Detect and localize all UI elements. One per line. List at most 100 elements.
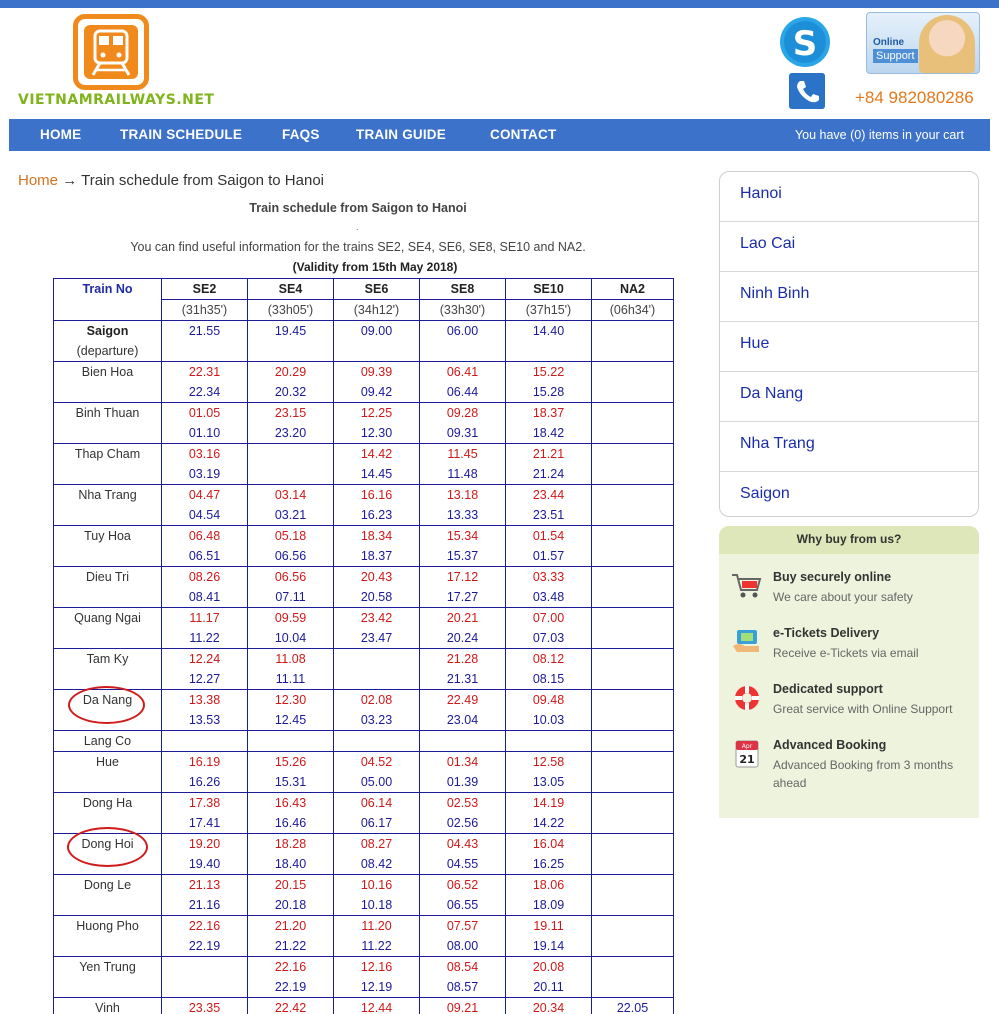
- time-cell: 11.17 11.22: [161, 607, 248, 649]
- schedule-row: Tuy Hoa 06.48 06.51 05.18 06.56 18.34 18.37 15.…: [53, 525, 674, 567]
- time-cell: 07.57 08.00: [419, 915, 506, 957]
- destination-label: Ninh Binh: [740, 285, 810, 302]
- time-cell: 11.45 11.48: [419, 443, 506, 485]
- time-cell: 08.26 08.41: [161, 566, 248, 608]
- departure-time: 14.45: [360, 467, 393, 481]
- arrival-time: 08.26: [188, 570, 221, 584]
- why-item-desc: Advanced Booking from 3 months ahead: [773, 758, 954, 790]
- nav-train-schedule[interactable]: TRAIN SCHEDULE: [120, 127, 242, 142]
- station-name: Tuy Hoa: [84, 529, 131, 543]
- time-cell: [591, 730, 674, 752]
- time-cell: 14.40: [505, 320, 592, 362]
- time-cell: 20.29 20.32: [247, 361, 334, 403]
- time-cell: 23.35: [161, 997, 248, 1014]
- nav-contact[interactable]: CONTACT: [490, 127, 556, 142]
- time-cell: 22.49 23.04: [419, 689, 506, 731]
- support-agent-icon: [919, 15, 975, 73]
- duration-cell: (33h05'): [247, 299, 334, 321]
- time-cell: 04.43 04.55: [419, 833, 506, 875]
- departure-time: [248, 464, 333, 484]
- phone-icon[interactable]: [789, 73, 825, 109]
- arrival-time: 22.16: [188, 919, 221, 933]
- arrival-time: 06.00: [446, 324, 479, 338]
- station-name: Dieu Tri: [85, 570, 130, 584]
- time-cell: 07.00 07.03: [505, 607, 592, 649]
- station-cell: Dong Le: [53, 874, 162, 916]
- departure-time: [592, 464, 673, 484]
- destination-da-nang[interactable]: Da Nang: [720, 372, 978, 422]
- why-item-desc: Great service with Online Support: [773, 702, 953, 716]
- time-cell: [591, 484, 674, 526]
- header-train-na2: NA2: [591, 278, 674, 300]
- departure-time: 08.00: [446, 939, 479, 953]
- departure-time: [592, 772, 673, 792]
- departure-time: 20.32: [274, 385, 307, 399]
- destination-hanoi[interactable]: Hanoi: [720, 172, 978, 222]
- destination-nha-trang[interactable]: Nha Trang: [720, 422, 978, 472]
- time-cell: 09.59 10.04: [247, 607, 334, 649]
- arrival-time: [162, 957, 247, 977]
- time-cell: 22.16 22.19: [247, 956, 334, 998]
- departure-time: 23.04: [446, 713, 479, 727]
- departure-time: 08.15: [532, 672, 565, 686]
- time-cell: 04.52 05.00: [333, 751, 420, 793]
- departure-time: [592, 423, 673, 443]
- destination-hue[interactable]: Hue: [720, 322, 978, 372]
- phone-number[interactable]: +84 982080286: [855, 88, 974, 108]
- time-cell: 18.37 18.42: [505, 402, 592, 444]
- schedule-row: Dong Ha 17.38 17.41 16.43 16.46 06.14 06.17 02.…: [53, 792, 674, 834]
- time-cell: [591, 874, 674, 916]
- train-logo-icon[interactable]: [73, 14, 149, 90]
- time-cell: 21.21 21.24: [505, 443, 592, 485]
- arrival-time: 22.31: [188, 365, 221, 379]
- arrival-time: 14.42: [360, 447, 393, 461]
- departure-time: 17.41: [188, 816, 221, 830]
- time-cell: 12.16 12.19: [333, 956, 420, 998]
- nav-train-guide[interactable]: TRAIN GUIDE: [356, 127, 446, 142]
- time-cell: 20.43 20.58: [333, 566, 420, 608]
- arrival-time: 15.22: [532, 365, 565, 379]
- departure-time: [162, 341, 247, 361]
- departure-time: 12.45: [274, 713, 307, 727]
- nav-home[interactable]: HOME: [40, 127, 81, 142]
- destination-saigon[interactable]: Saigon: [720, 472, 978, 516]
- departure-time: 01.57: [532, 549, 565, 563]
- station-name: Dong Ha: [82, 796, 133, 810]
- arrival-time: 03.14: [274, 488, 307, 502]
- time-cell: 20.34: [505, 997, 592, 1014]
- online-support-badge[interactable]: Online Support: [866, 12, 980, 74]
- time-cell: 18.34 18.37: [333, 525, 420, 567]
- time-cell: 23.44 23.51: [505, 484, 592, 526]
- departure-time: 06.55: [446, 898, 479, 912]
- arrival-time: 20.08: [532, 960, 565, 974]
- departure-time: 03.19: [188, 467, 221, 481]
- cart-status[interactable]: You have (0) items in your cart: [795, 128, 964, 142]
- schedule-table: Train No SE2 SE4 SE6 SE8 SE10 NA2 (31h35') (33h…: [53, 278, 674, 1014]
- arrival-time: 02.08: [360, 693, 393, 707]
- station-cell: Lang Co: [53, 730, 162, 752]
- station-cell: Tuy Hoa: [53, 525, 162, 567]
- arrival-time: 18.28: [274, 837, 307, 851]
- nav-faqs[interactable]: FAQS: [282, 127, 320, 142]
- duration-cell: (37h15'): [505, 299, 592, 321]
- skype-icon[interactable]: S: [778, 15, 832, 69]
- time-cell: 16.04 16.25: [505, 833, 592, 875]
- destination-lao-cai[interactable]: Lao Cai: [720, 222, 978, 272]
- time-cell: 09.21: [419, 997, 506, 1014]
- arrival-time: 12.24: [188, 652, 221, 666]
- arrival-time: [592, 957, 673, 977]
- breadcrumb-home-link[interactable]: Home: [18, 172, 58, 189]
- arrival-time: 22.16: [274, 960, 307, 974]
- arrival-time: 12.30: [274, 693, 307, 707]
- calendar-month: Apr: [742, 743, 753, 750]
- logo-text[interactable]: VIETNAMRAILWAYS.NET: [18, 92, 214, 108]
- schedule-row: Saigon (departure) 21.55 19.45 09.00 06.00 14.…: [53, 320, 674, 362]
- destination-ninh-binh[interactable]: Ninh Binh: [720, 272, 978, 322]
- ticket-delivery-icon: [733, 630, 759, 652]
- schedule-row: Tam Ky 12.24 12.27 11.08 11.11 21.28 21.31 08.1…: [53, 648, 674, 690]
- schedule-row: Binh Thuan 01.05 01.10 23.15 23.20 12.25 12.30…: [53, 402, 674, 444]
- arrival-time: [592, 649, 673, 669]
- time-cell: 20.15 20.18: [247, 874, 334, 916]
- destination-label: Nha Trang: [740, 435, 815, 452]
- arrival-time: 12.16: [360, 960, 393, 974]
